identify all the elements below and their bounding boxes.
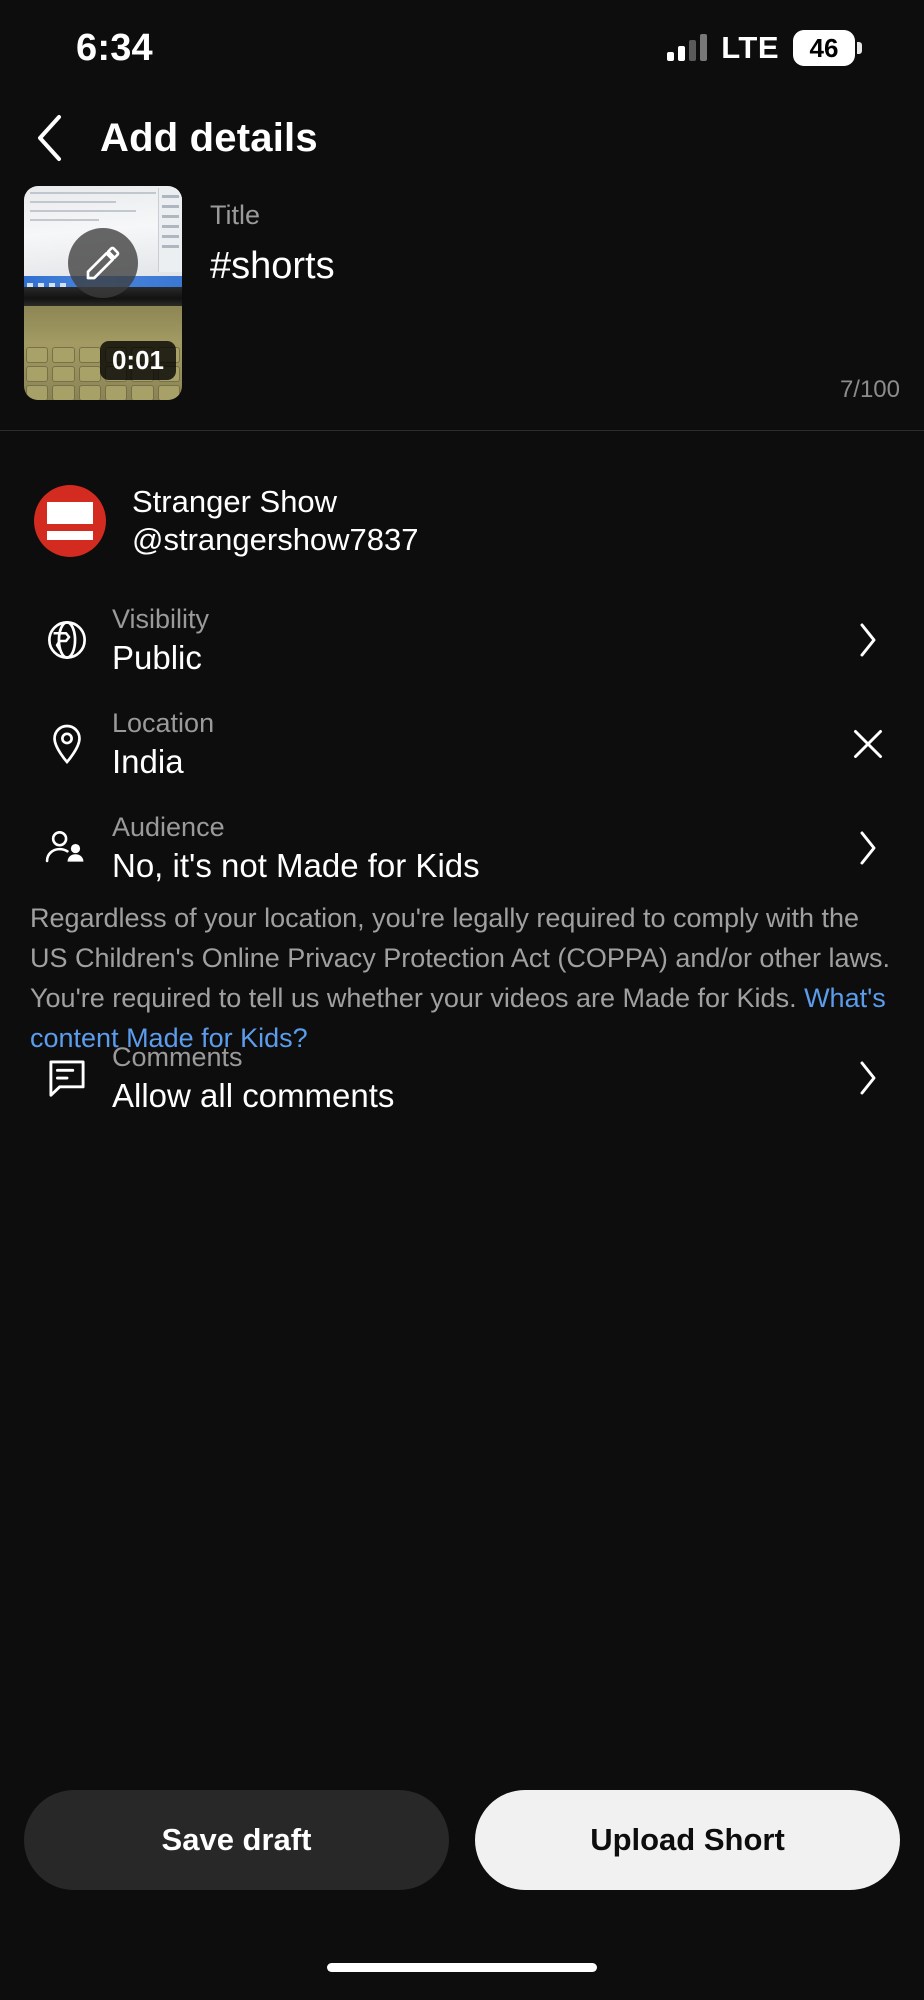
- thumbnail-document-lines: [30, 192, 156, 228]
- back-button[interactable]: [22, 110, 78, 166]
- title-input[interactable]: #shorts: [210, 245, 900, 288]
- channel-row[interactable]: Stranger Show @strangershow7837: [34, 478, 890, 564]
- bottom-action-bar: Save draft Upload Short: [24, 1790, 900, 1890]
- video-duration-badge: 0:01: [99, 341, 176, 380]
- location-value: India: [112, 742, 184, 780]
- close-x-icon: [854, 730, 882, 758]
- comments-chevron-button[interactable]: [838, 1059, 898, 1097]
- title-field-group: Title #shorts 7/100: [182, 186, 900, 430]
- title-label: Title: [210, 200, 261, 230]
- channel-name: Stranger Show: [132, 484, 338, 519]
- coppa-text: Regardless of your location, you're lega…: [30, 903, 890, 1013]
- location-pin-icon: [30, 721, 104, 767]
- network-type-label: LTE: [721, 30, 779, 65]
- channel-handle: @strangershow7837: [132, 522, 419, 557]
- comments-text: Comments Allow all comments: [104, 1042, 838, 1115]
- upload-short-button[interactable]: Upload Short: [475, 1790, 900, 1890]
- status-indicators: LTE 46: [667, 30, 862, 66]
- channel-avatar: [34, 485, 106, 557]
- signal-bars-icon: [667, 34, 708, 61]
- back-chevron-icon: [38, 115, 61, 161]
- visibility-chevron-button[interactable]: [838, 621, 898, 659]
- setting-row-visibility[interactable]: Visibility Public: [0, 592, 924, 688]
- battery-level-label: 46: [793, 30, 855, 66]
- visibility-value: Public: [112, 638, 202, 676]
- thumbnail-side-panel: [158, 188, 182, 273]
- channel-info: Stranger Show @strangershow7837: [132, 484, 419, 558]
- status-bar: 6:34 LTE 46: [0, 0, 924, 96]
- location-text: Location India: [104, 708, 838, 781]
- setting-row-audience[interactable]: Audience No, it's not Made for Kids: [0, 800, 924, 896]
- avatar-bar-top: [47, 502, 93, 524]
- title-char-counter: 7/100: [839, 376, 900, 403]
- visibility-text: Visibility Public: [104, 604, 838, 677]
- audience-label: Audience: [112, 811, 225, 842]
- page-title: Add details: [100, 115, 318, 160]
- audience-text: Audience No, it's not Made for Kids: [104, 812, 838, 885]
- comments-label: Comments: [112, 1041, 243, 1072]
- edit-thumbnail-button[interactable]: [68, 228, 138, 298]
- shorts-upload-screen: 6:34 LTE 46 Add details 0:01 Title #shor…: [0, 0, 924, 2000]
- audience-chevron-button[interactable]: [838, 829, 898, 867]
- app-header: Add details: [0, 96, 924, 180]
- pencil-edit-icon: [86, 246, 120, 280]
- battery-nub: [857, 42, 862, 54]
- setting-row-location[interactable]: Location India: [0, 696, 924, 792]
- audience-people-icon: [30, 824, 104, 872]
- save-draft-button[interactable]: Save draft: [24, 1790, 449, 1890]
- visibility-label: Visibility: [112, 603, 210, 634]
- globe-icon: [30, 617, 104, 663]
- chevron-right-icon: [860, 623, 876, 657]
- chevron-right-icon: [860, 831, 876, 865]
- avatar-bar-bottom: [47, 531, 93, 540]
- section-divider: [0, 430, 924, 431]
- comment-bubble-icon: [30, 1055, 104, 1101]
- battery-icon: 46: [793, 30, 862, 66]
- chevron-right-icon: [860, 1061, 876, 1095]
- home-indicator: [327, 1963, 597, 1972]
- status-time: 6:34: [76, 26, 153, 69]
- location-clear-button[interactable]: [838, 724, 898, 764]
- setting-row-comments[interactable]: Comments Allow all comments: [0, 1030, 924, 1126]
- audience-value: No, it's not Made for Kids: [112, 846, 480, 884]
- title-section: 0:01 Title #shorts 7/100: [0, 186, 924, 430]
- video-thumbnail[interactable]: 0:01: [24, 186, 182, 400]
- comments-value: Allow all comments: [112, 1076, 395, 1114]
- location-label: Location: [112, 707, 215, 738]
